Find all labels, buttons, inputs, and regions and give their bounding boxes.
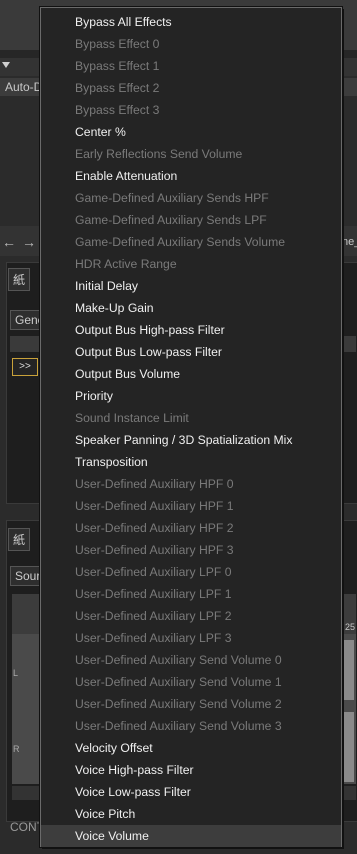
menu-item: User-Defined Auxiliary LPF 1 [75, 587, 232, 601]
forward-arrow-icon[interactable]: → [22, 234, 36, 250]
menu-item[interactable]: Output Bus Volume [41, 363, 341, 385]
source-subtab[interactable]: Sour [10, 566, 44, 586]
menu-item: Sound Instance Limit [75, 411, 189, 425]
waveform-left [344, 640, 354, 700]
menu-item[interactable]: Center % [41, 121, 341, 143]
menu-item[interactable]: Voice High-pass Filter [41, 759, 341, 781]
menu-item: Bypass Effect 0 [75, 37, 160, 51]
menu-item: User-Defined Auxiliary Send Volume 1 [75, 675, 282, 689]
menu-item[interactable]: Voice Pitch [41, 803, 341, 825]
menu-item: User-Defined Auxiliary LPF 3 [75, 631, 232, 645]
menu-item[interactable]: Initial Delay [41, 275, 341, 297]
menu-item: Bypass Effect 3 [75, 103, 160, 117]
menu-item: Bypass Effect 1 [75, 59, 160, 73]
menu-item[interactable]: Voice Low-pass Filter [41, 781, 341, 803]
menu-item[interactable]: Velocity Offset [41, 737, 341, 759]
menu-item[interactable]: Priority [41, 385, 341, 407]
auto-column-label: Auto-D [5, 80, 43, 94]
menu-item[interactable]: Voice Volume [41, 825, 341, 847]
menu-item[interactable]: Transposition [41, 451, 341, 473]
waveform-right [344, 712, 354, 782]
menu-item: User-Defined Auxiliary HPF 1 [75, 499, 234, 513]
ruler-value: 25 [345, 622, 356, 632]
menu-item: User-Defined Auxiliary HPF 0 [75, 477, 234, 491]
collapse-arrow-icon[interactable] [2, 62, 10, 68]
property-dropdown-menu: Bypass All Effects Bypass Effect 0 Bypass … [40, 7, 342, 847]
menu-item: Game-Defined Auxiliary Sends Volume [75, 235, 286, 249]
menu-item: User-Defined Auxiliary HPF 2 [75, 521, 234, 535]
menu-item: User-Defined Auxiliary Send Volume 2 [75, 697, 282, 711]
menu-item: Bypass Effect 2 [75, 81, 160, 95]
menu-item: User-Defined Auxiliary Send Volume 3 [75, 719, 282, 733]
menu-item: HDR Active Range [75, 257, 177, 271]
menu-item[interactable]: Output Bus Low-pass Filter [41, 341, 341, 363]
menu-item: User-Defined Auxiliary LPF 0 [75, 565, 232, 579]
add-property-button[interactable]: >> [12, 358, 38, 376]
menu-item: Game-Defined Auxiliary Sends HPF [75, 191, 269, 205]
menu-item[interactable]: Bypass All Effects [41, 11, 341, 33]
back-arrow-icon[interactable]: ← [2, 234, 16, 250]
panel-tab[interactable]: 紙 [8, 268, 31, 291]
menu-item: Game-Defined Auxiliary Sends LPF [75, 213, 267, 227]
left-channel-label: L [13, 668, 19, 678]
menu-item: Early Reflections Send Volume [75, 147, 243, 161]
menu-item: User-Defined Auxiliary Send Volume 0 [75, 653, 282, 667]
bottom-panel-label: CONT [10, 820, 44, 834]
menu-item[interactable]: Speaker Panning / 3D Spatialization Mix [41, 429, 341, 451]
menu-item: User-Defined Auxiliary HPF 3 [75, 543, 234, 557]
right-channel-label: R [13, 744, 20, 754]
menu-item[interactable]: Output Bus High-pass Filter [41, 319, 341, 341]
menu-item[interactable]: Enable Attenuation [41, 165, 341, 187]
nav-title-fragment: ne_ [342, 236, 357, 248]
source-panel-tab[interactable]: 紙 [8, 528, 31, 551]
menu-item[interactable]: Make-Up Gain [41, 297, 341, 319]
menu-item: User-Defined Auxiliary LPF 2 [75, 609, 232, 623]
general-tab[interactable]: Gene [10, 310, 44, 330]
